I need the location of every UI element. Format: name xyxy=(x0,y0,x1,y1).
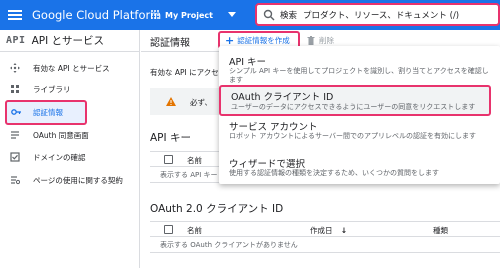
library-grid-icon xyxy=(11,85,19,93)
delete-label: 削除 xyxy=(319,36,334,45)
sidebar-item-label: OAuth 同意画面 xyxy=(33,130,89,140)
select-all-checkbox[interactable] xyxy=(164,155,173,164)
project-selector[interactable]: My Project xyxy=(151,7,213,23)
menu-item-title: OAuth クライアント ID xyxy=(231,92,334,103)
column-header-created[interactable]: 作成日 ↓ xyxy=(310,225,347,236)
search-icon xyxy=(263,9,275,20)
column-header-created-label: 作成日 xyxy=(310,226,333,235)
menu-item-description: 使用する認証情報の種類を決定するため、いくつかの質問をします xyxy=(229,169,439,177)
sidebar-item-oauth-consent[interactable]: OAuth 同意画面 xyxy=(0,126,140,144)
search-label: 検索 xyxy=(280,10,298,21)
oauth-table-header: 名前 作成日 ↓ 種類 xyxy=(150,221,500,237)
sidebar-item-label: ページの使用に関する契約 xyxy=(33,175,123,185)
search-placeholder: プロダクト、リソース、ドキュメント (/) xyxy=(303,10,460,21)
delete-button[interactable]: 削除 xyxy=(307,35,334,46)
menu-item-oauth-client-id[interactable]: OAuth クライアント ID ユーザーのデータにアクセスできるようにユーザーの… xyxy=(219,85,491,116)
oauth-section-title: OAuth 2.0 クライアント ID xyxy=(150,203,284,215)
intro-text: 有効な API にアクセ xyxy=(150,68,219,77)
menu-item-description: ユーザーのデータにアクセスできるようにユーザーの同意をリクエストします xyxy=(231,103,476,111)
sidebar-item-credentials[interactable]: 認証情報 xyxy=(5,100,87,125)
menu-item-title: サービス アカウント xyxy=(229,122,318,133)
warning-text: 必ず、 xyxy=(190,98,212,107)
sidebar-item-label: ライブラリ xyxy=(33,84,71,94)
sidebar-item-domain-verification[interactable]: ドメインの確認 xyxy=(0,148,140,166)
top-bar: Google Cloud Platform My Project 検索 プロダク… xyxy=(0,0,500,30)
menu-item-title: API キー xyxy=(229,57,267,68)
brand-title[interactable]: Google Cloud Platform xyxy=(32,8,161,22)
menu-item-description: ロボット アカウントによるサーバー間でのアプリレベルの認証を有効にします xyxy=(229,132,476,140)
sidebar-item-enabled-apis[interactable]: 有効な API とサービス xyxy=(0,59,140,77)
left-nav: API API とサービス 有効な API とサービス ライブラリ 認証情報 O… xyxy=(0,30,140,268)
checkbox-icon xyxy=(10,152,20,162)
consent-list-icon xyxy=(11,131,19,139)
menu-item-api-key[interactable]: API キー シンプル API キーを使用してプロジェクトを識別し、割り当てとア… xyxy=(219,50,500,84)
project-name: My Project xyxy=(165,10,213,20)
plus-icon: + xyxy=(225,33,235,47)
search-input[interactable]: 検索 プロダクト、リソース、ドキュメント (/) xyxy=(255,3,500,26)
sort-arrow-down-icon: ↓ xyxy=(340,226,348,235)
create-credentials-menu: API キー シンプル API キーを使用してプロジェクトを識別し、割り当てとア… xyxy=(219,46,500,184)
sidebar-item-library[interactable]: ライブラリ xyxy=(0,80,140,98)
trash-icon xyxy=(307,36,315,45)
column-header-type[interactable]: 種類 xyxy=(433,225,448,236)
sidebar-item-label: 有効な API とサービス xyxy=(33,63,110,73)
hamburger-menu-icon[interactable] xyxy=(8,8,22,22)
settings-list-icon xyxy=(11,176,20,185)
create-credentials-label: 認証情報を作成 xyxy=(237,35,290,45)
column-header-name[interactable]: 名前 xyxy=(187,225,202,236)
api-logo: API xyxy=(6,35,26,46)
sidebar-item-label: 認証情報 xyxy=(33,108,63,117)
warning-icon xyxy=(166,97,176,106)
menu-item-wizard[interactable]: ウィザードで選択 使用する認証情報の種類を決定するため、いくつかの質問をします xyxy=(219,154,500,182)
menu-item-description: シンプル API キーを使用してプロジェクトを識別し、割り当てとアクセスを確認し… xyxy=(229,67,489,84)
diamond-arrows-icon xyxy=(10,63,20,73)
column-header-name[interactable]: 名前 xyxy=(187,155,202,166)
nav-header: API API とサービス xyxy=(0,30,140,52)
select-all-checkbox[interactable] xyxy=(164,225,173,234)
menu-item-title: ウィザードで選択 xyxy=(229,159,306,170)
api-keys-section-title: API キー xyxy=(150,132,191,144)
menu-item-service-account[interactable]: サービス アカウント ロボット アカウントによるサーバー間でのアプリレベルの認証… xyxy=(219,117,500,145)
project-dropdown-caret-icon[interactable] xyxy=(228,12,236,17)
project-dots-icon xyxy=(151,10,161,20)
sidebar-item-page-usage-agreements[interactable]: ページの使用に関する契約 xyxy=(0,171,140,189)
page-title: 認証情報 xyxy=(150,38,190,49)
sidebar-item-label: ドメインの確認 xyxy=(33,152,86,162)
oauth-empty-row: 表示する OAuth クライアントがありません xyxy=(150,237,500,253)
nav-title: API とサービス xyxy=(31,35,105,47)
key-icon xyxy=(11,109,21,115)
